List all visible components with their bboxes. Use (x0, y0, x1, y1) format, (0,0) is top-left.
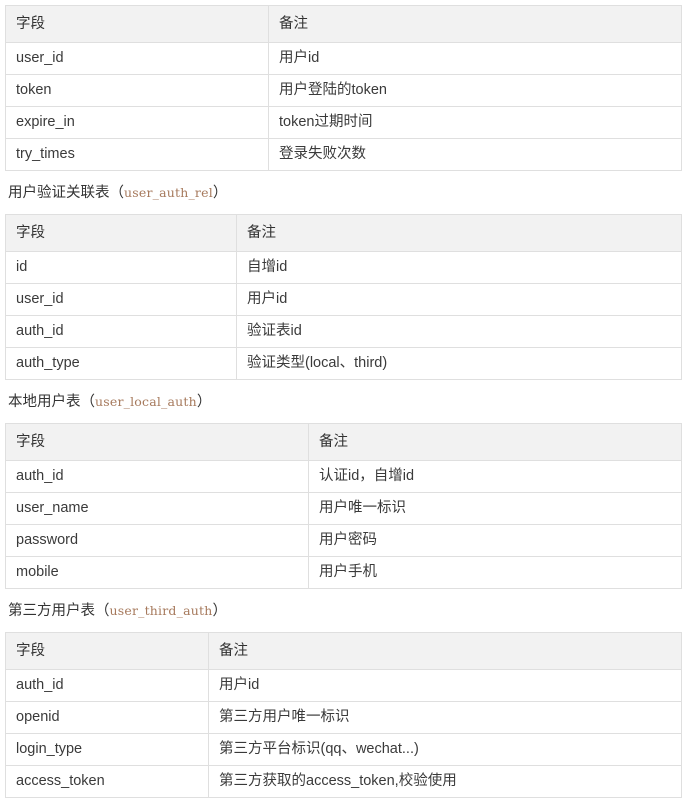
cell-field-name: user_id (5, 283, 237, 316)
cell-field-name: try_times (5, 138, 269, 171)
cell-field-remark: 用户密码 (308, 524, 682, 557)
cell-field-remark: 用户id (236, 283, 682, 316)
cell-field-name: password (5, 524, 309, 557)
table-caption-code: user_third_auth (109, 603, 213, 618)
column-header-remark: 备注 (268, 5, 682, 43)
table-caption-paren-open: （ (95, 603, 110, 619)
cell-field-name: openid (5, 701, 209, 734)
table-row: openid 第三方用户唯一标识 (5, 701, 682, 734)
table-row: access_token 第三方获取的access_token,校验使用 (5, 765, 682, 798)
schema-table: 字段 备注 auth_id 用户id openid 第三方用户唯一标识 login_type… (5, 632, 682, 798)
table-row: try_times 登录失败次数 (5, 138, 682, 171)
cell-field-remark: 第三方平台标识(qq、wechat...) (208, 733, 682, 766)
cell-field-remark: 用户唯一标识 (308, 492, 682, 525)
schema-table: 字段 备注 user_id 用户id token 用户登陆的token expire_in t… (5, 5, 682, 171)
cell-field-name: login_type (5, 733, 209, 766)
table-caption-paren-close: ） (212, 185, 228, 201)
cell-field-name: mobile (5, 556, 309, 589)
column-header-field: 字段 (5, 5, 269, 43)
table-caption-title: 第三方用户表 (8, 603, 95, 619)
table-row: id 自增id (5, 251, 682, 284)
table-header-row: 字段 备注 (5, 214, 682, 252)
cell-field-name: auth_id (5, 460, 309, 493)
column-header-field: 字段 (5, 632, 209, 670)
table-caption-code: user_auth_rel (124, 185, 213, 200)
cell-field-name: expire_in (5, 106, 269, 139)
table-caption: 本地用户表（user_local_auth） (5, 380, 697, 423)
cell-field-name: auth_id (5, 669, 209, 702)
table-row: user_name 用户唯一标识 (5, 492, 682, 525)
column-header-remark: 备注 (208, 632, 682, 670)
schema-block: 字段 备注 user_id 用户id token 用户登陆的token expire_in t… (5, 5, 697, 171)
cell-field-name: id (5, 251, 237, 284)
schema-table: 字段 备注 id 自增id user_id 用户id auth_id 验证表id auth_ty… (5, 214, 682, 380)
cell-field-remark: 用户id (268, 42, 682, 75)
column-header-remark: 备注 (236, 214, 682, 252)
column-header-remark: 备注 (308, 423, 682, 461)
table-row: auth_id 验证表id (5, 315, 682, 348)
table-row: password 用户密码 (5, 524, 682, 557)
table-caption-paren-close: ） (212, 603, 227, 619)
table-caption: 用户验证关联表（user_auth_rel） (5, 171, 697, 214)
cell-field-remark: 用户id (208, 669, 682, 702)
schema-block: 用户验证关联表（user_auth_rel） 字段 备注 id 自增id user_id 用… (5, 171, 697, 380)
table-caption-paren-open: （ (109, 185, 125, 201)
cell-field-name: auth_id (5, 315, 237, 348)
cell-field-name: user_id (5, 42, 269, 75)
cell-field-name: token (5, 74, 269, 107)
cell-field-remark: 验证类型(local、third) (236, 347, 682, 380)
table-row: auth_id 认证id，自增id (5, 460, 682, 493)
cell-field-name: user_name (5, 492, 309, 525)
table-header-row: 字段 备注 (5, 423, 682, 461)
table-row: login_type 第三方平台标识(qq、wechat...) (5, 733, 682, 766)
table-row: token 用户登陆的token (5, 74, 682, 107)
schema-block: 本地用户表（user_local_auth） 字段 备注 auth_id 认证id，自增… (5, 380, 697, 589)
cell-field-remark: 认证id，自增id (308, 460, 682, 493)
table-caption-title: 用户验证关联表 (8, 185, 110, 201)
schema-table: 字段 备注 auth_id 认证id，自增id user_name 用户唯一标识 passw… (5, 423, 682, 589)
cell-field-name: access_token (5, 765, 209, 798)
cell-field-remark: 第三方用户唯一标识 (208, 701, 682, 734)
schema-block: 第三方用户表（user_third_auth） 字段 备注 auth_id 用户id op… (5, 589, 697, 798)
cell-field-remark: 自增id (236, 251, 682, 284)
table-row: auth_id 用户id (5, 669, 682, 702)
schema-document: 字段 备注 user_id 用户id token 用户登陆的token expire_in t… (0, 0, 697, 798)
cell-field-remark: 第三方获取的access_token,校验使用 (208, 765, 682, 798)
table-header-row: 字段 备注 (5, 5, 682, 43)
column-header-field: 字段 (5, 214, 237, 252)
table-row: expire_in token过期时间 (5, 106, 682, 139)
cell-field-remark: token过期时间 (268, 106, 682, 139)
table-caption-code: user_local_auth (95, 394, 197, 409)
table-caption: 第三方用户表（user_third_auth） (5, 589, 697, 632)
cell-field-remark: 登录失败次数 (268, 138, 682, 171)
table-caption-paren-close: ） (196, 394, 212, 410)
table-row: user_id 用户id (5, 283, 682, 316)
table-row: auth_type 验证类型(local、third) (5, 347, 682, 380)
table-caption-paren-open: （ (80, 394, 96, 410)
cell-field-remark: 验证表id (236, 315, 682, 348)
column-header-field: 字段 (5, 423, 309, 461)
table-row: mobile 用户手机 (5, 556, 682, 589)
table-row: user_id 用户id (5, 42, 682, 75)
cell-field-name: auth_type (5, 347, 237, 380)
table-header-row: 字段 备注 (5, 632, 682, 670)
cell-field-remark: 用户登陆的token (268, 74, 682, 107)
cell-field-remark: 用户手机 (308, 556, 682, 589)
table-caption-title: 本地用户表 (8, 394, 81, 410)
